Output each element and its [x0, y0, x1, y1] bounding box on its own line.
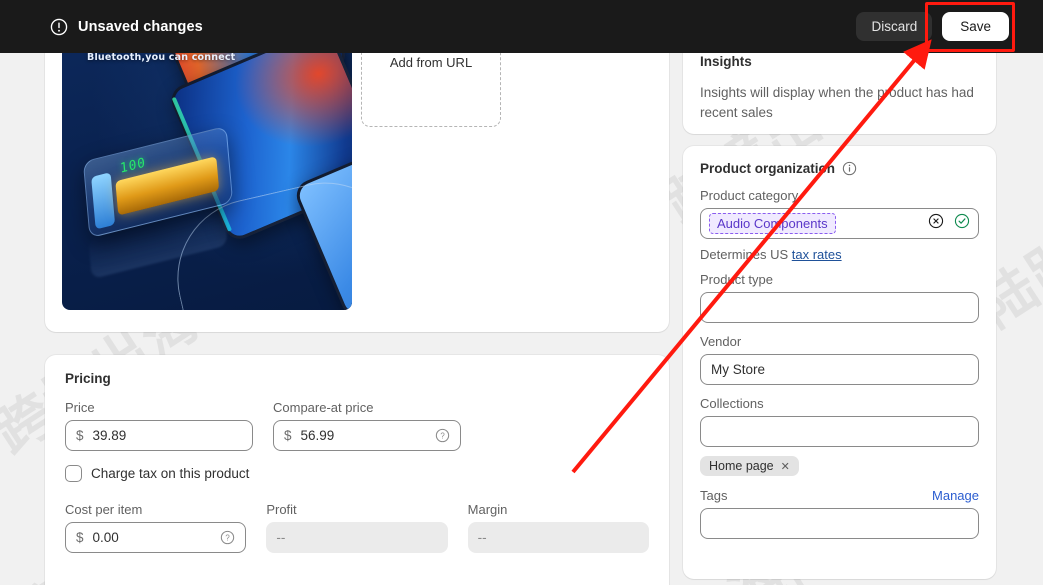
product-edit-screen: 100 As long as there is Bluetooth,you ca… [0, 0, 1043, 585]
compare-at-price-currency: $ [284, 428, 292, 443]
confirm-category-icon[interactable] [954, 213, 970, 234]
add-from-url-link[interactable]: Add from URL [390, 55, 472, 70]
help-circle-icon[interactable]: ? [220, 530, 235, 545]
svg-text:?: ? [226, 534, 231, 543]
cost-per-item-label: Cost per item [65, 502, 143, 517]
margin-label: Margin [467, 502, 508, 517]
compare-at-price-value: 56.99 [300, 428, 335, 443]
charge-tax-row[interactable]: Charge tax on this product [65, 465, 649, 482]
price-input[interactable]: $ 39.89 [65, 420, 253, 451]
info-circle-icon[interactable] [842, 161, 857, 176]
product-category-chip[interactable]: Audio Components [709, 213, 836, 234]
profit-label: Profit [266, 502, 297, 517]
price-currency: $ [76, 428, 84, 443]
unsaved-changes-label: Unsaved changes [78, 18, 203, 35]
tax-rates-link[interactable]: tax rates [792, 247, 842, 262]
save-button[interactable]: Save [942, 12, 1009, 41]
product-type-label: Product type [700, 272, 773, 287]
collections-input[interactable] [700, 416, 979, 447]
cost-per-item-field-group: Cost per item $ 0.00 ? [65, 502, 247, 553]
pricing-card: Pricing Price $ 39.89 Compare-at price $… [45, 355, 669, 585]
product-organization-header: Product organization [700, 161, 979, 176]
unsaved-changes-bar: Unsaved changes Discard Save [0, 0, 1043, 53]
cost-value: 0.00 [92, 530, 119, 545]
product-type-input[interactable] [700, 292, 979, 323]
compare-at-price-field-group: Compare-at price $ 56.99 ? [273, 400, 461, 451]
margin-field-group: Margin -- [467, 502, 649, 553]
clear-category-icon[interactable] [928, 213, 944, 234]
tags-header: Tags Manage [700, 488, 979, 503]
cost-per-item-input[interactable]: $ 0.00 ? [65, 522, 247, 553]
insights-title: Insights [700, 54, 752, 69]
compare-at-price-label: Compare-at price [273, 400, 374, 415]
charge-tax-checkbox[interactable] [65, 465, 82, 482]
manage-tags-link[interactable]: Manage [932, 488, 979, 503]
unsaved-status-group: Unsaved changes [50, 18, 203, 36]
help-circle-icon[interactable]: ? [435, 428, 450, 443]
discard-button[interactable]: Discard [856, 12, 933, 41]
product-category-label: Product category [700, 188, 799, 203]
product-organization-card: Product organization Product category Au… [683, 146, 996, 579]
collection-chip-label: Home page [709, 459, 774, 473]
insights-body: Insights will display when the product h… [700, 85, 974, 121]
product-category-actions [928, 213, 970, 234]
cost-currency: $ [76, 530, 84, 545]
tags-input[interactable] [700, 508, 979, 539]
product-organization-title: Product organization [700, 161, 835, 176]
vendor-input[interactable]: My Store [700, 354, 979, 385]
tags-label: Tags [700, 488, 728, 503]
tax-rates-helper-prefix: Determines US [700, 247, 792, 262]
profit-field-group: Profit -- [266, 502, 448, 553]
product-category-input[interactable]: Audio Components [700, 208, 979, 239]
profit-value-readonly: -- [266, 522, 448, 553]
compare-at-price-input[interactable]: $ 56.99 ? [273, 420, 461, 451]
remove-collection-icon[interactable]: ✕ [781, 460, 790, 473]
insights-card: Insights Insights will display when the … [683, 40, 996, 134]
svg-text:?: ? [440, 432, 445, 441]
price-value: 39.89 [92, 428, 127, 443]
price-field-group: Price $ 39.89 [65, 400, 253, 451]
alert-circle-icon [50, 18, 68, 36]
charge-tax-label: Charge tax on this product [91, 466, 250, 481]
topbar-actions: Discard Save [856, 12, 1009, 41]
page-content: 100 As long as there is Bluetooth,you ca… [0, 0, 1043, 585]
tax-rates-helper: Determines US tax rates [700, 247, 979, 262]
price-label: Price [65, 400, 95, 415]
collections-label: Collections [700, 396, 764, 411]
pricing-title: Pricing [65, 371, 111, 386]
margin-value-readonly: -- [467, 522, 649, 553]
price-row: Price $ 39.89 Compare-at price $ 56.99 ? [65, 400, 649, 451]
vendor-label: Vendor [700, 334, 742, 349]
cost-row: Cost per item $ 0.00 ? Profit -- Margin [65, 502, 649, 553]
collection-chip-home-page[interactable]: Home page ✕ [700, 456, 799, 476]
